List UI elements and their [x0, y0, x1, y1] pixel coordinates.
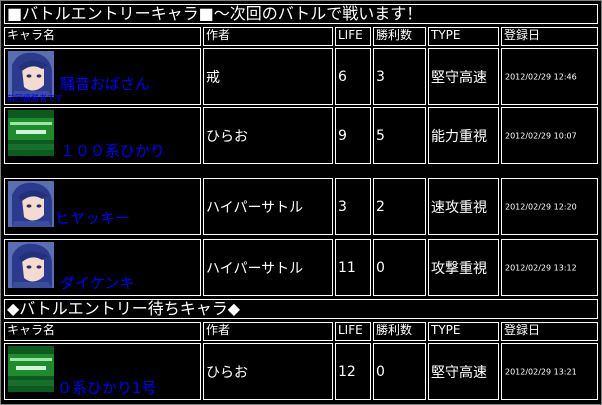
col-author: 作者 [203, 27, 333, 46]
type-cell: 堅守高速 [428, 343, 499, 400]
col-life: LIFE [335, 322, 371, 341]
wins-text: 0 [376, 259, 385, 276]
author-cell: ハイパーサトル [203, 178, 333, 235]
wins-cell: 3 [373, 48, 426, 105]
type-cell: 速攻重視 [428, 178, 499, 235]
type-text: 速攻重視 [431, 199, 487, 216]
col-chara-name: キャラ名 [4, 27, 201, 46]
wins-text: 5 [376, 127, 385, 144]
table-row: ０系ひかり1号 ひらお 12 0 堅守高速 2012/02/29 13:21 [4, 343, 598, 400]
battle-entry-panel: ■バトルエントリーキャラ■～次回のバトルで戦います！ キャラ名 作者 LIFE … [0, 0, 602, 405]
wins-cell: 2 [373, 178, 426, 235]
waiting-table-header: キャラ名 作者 LIFE 勝利数 TYPE 登録日 [4, 322, 598, 341]
life-text: 9 [338, 127, 347, 144]
author-cell: ひらお [203, 343, 333, 400]
waiting-section-title: ◆バトルエントリー待ちキャラ◆ [4, 299, 598, 319]
life-text: 6 [338, 68, 347, 85]
type-cell: 攻撃重視 [428, 239, 499, 296]
entry-table-header: キャラ名 作者 LIFE 勝利数 TYPE 登録日 [4, 27, 598, 46]
green-train-avatar[interactable] [8, 110, 54, 156]
anime-girl-avatar[interactable] [8, 51, 54, 97]
date-text: 2012/02/29 12:46 [505, 72, 577, 81]
wins-text: 0 [376, 363, 385, 380]
date-cell: 2012/02/29 12:46 [501, 48, 598, 105]
chara-name-link[interactable]: ダイケンキ [60, 272, 135, 293]
type-text: 堅守高速 [431, 364, 487, 381]
table-row: ダイケンキ ハイパーサトル 11 0 攻撃重視 2012/02/29 13:12 [4, 239, 598, 296]
date-cell: 2012/02/29 13:12 [501, 239, 598, 296]
type-cell: 能力重視 [428, 107, 499, 164]
date-cell: 2012/02/29 10:07 [501, 107, 598, 164]
life-text: 3 [338, 198, 347, 215]
table-row: ヒヤッキー ハイパーサトル 3 2 速攻重視 2012/02/29 12:20 [4, 178, 598, 235]
anime-girl-avatar[interactable] [8, 242, 54, 288]
life-cell: 3 [335, 178, 371, 235]
author-cell: ハイパーサトル [203, 239, 333, 296]
col-type: TYPE [428, 27, 499, 46]
date-text: 2012/02/29 13:21 [505, 367, 577, 376]
author-text: 戒 [206, 69, 220, 86]
date-text: 2012/02/29 10:07 [505, 131, 577, 140]
col-life: LIFE [335, 27, 371, 46]
date-text: 2012/02/29 12:20 [505, 202, 577, 211]
chara-name-link[interactable]: 騒音おばさん [60, 73, 150, 94]
champion-note: 前回優勝者です [7, 94, 63, 103]
author-cell: 戒 [203, 48, 333, 105]
entry-section-title: ■バトルエントリーキャラ■～次回のバトルで戦います！ [4, 4, 598, 24]
wins-text: 2 [376, 198, 385, 215]
chara-name-link[interactable]: ０系ひかり1号 [57, 377, 157, 398]
wins-cell: 5 [373, 107, 426, 164]
date-cell: 2012/02/29 12:20 [501, 178, 598, 235]
table-row: １００系ひかり ひらお 9 5 能力重視 2012/02/29 10:07 [4, 107, 598, 164]
anime-girl-avatar[interactable] [8, 181, 54, 227]
type-text: 堅守高速 [431, 69, 487, 86]
life-cell: 6 [335, 48, 371, 105]
table-row: 騒音おばさん 前回優勝者です 戒 6 3 堅守高速 2012/02/29 12:… [4, 48, 598, 105]
wins-cell: 0 [373, 343, 426, 400]
chara-cell: ダイケンキ [4, 239, 201, 296]
type-text: 能力重視 [431, 128, 487, 145]
date-cell: 2012/02/29 13:21 [501, 343, 598, 400]
col-wins: 勝利数 [373, 27, 426, 46]
col-wins: 勝利数 [373, 322, 426, 341]
life-text: 12 [338, 363, 356, 380]
life-cell: 12 [335, 343, 371, 400]
chara-name-link[interactable]: ヒヤッキー [55, 207, 130, 228]
author-text: ひらお [206, 364, 248, 381]
col-author: 作者 [203, 322, 333, 341]
type-text: 攻撃重視 [431, 260, 487, 277]
chara-cell: １００系ひかり [4, 107, 201, 164]
col-date: 登録日 [501, 322, 598, 341]
chara-cell: 騒音おばさん 前回優勝者です [4, 48, 201, 105]
chara-cell: ０系ひかり1号 [4, 343, 201, 400]
life-cell: 9 [335, 107, 371, 164]
author-text: ハイパーサトル [206, 199, 304, 216]
date-text: 2012/02/29 13:12 [505, 263, 577, 272]
col-type: TYPE [428, 322, 499, 341]
green-train-avatar[interactable] [8, 346, 54, 392]
col-date: 登録日 [501, 27, 598, 46]
author-text: ハイパーサトル [206, 260, 304, 277]
type-cell: 堅守高速 [428, 48, 499, 105]
chara-name-link[interactable]: １００系ひかり [60, 140, 165, 161]
wins-text: 3 [376, 68, 385, 85]
author-cell: ひらお [203, 107, 333, 164]
life-text: 11 [338, 259, 356, 276]
col-chara-name: キャラ名 [4, 322, 201, 341]
chara-cell: ヒヤッキー [4, 178, 201, 235]
wins-cell: 0 [373, 239, 426, 296]
life-cell: 11 [335, 239, 371, 296]
author-text: ひらお [206, 128, 248, 145]
